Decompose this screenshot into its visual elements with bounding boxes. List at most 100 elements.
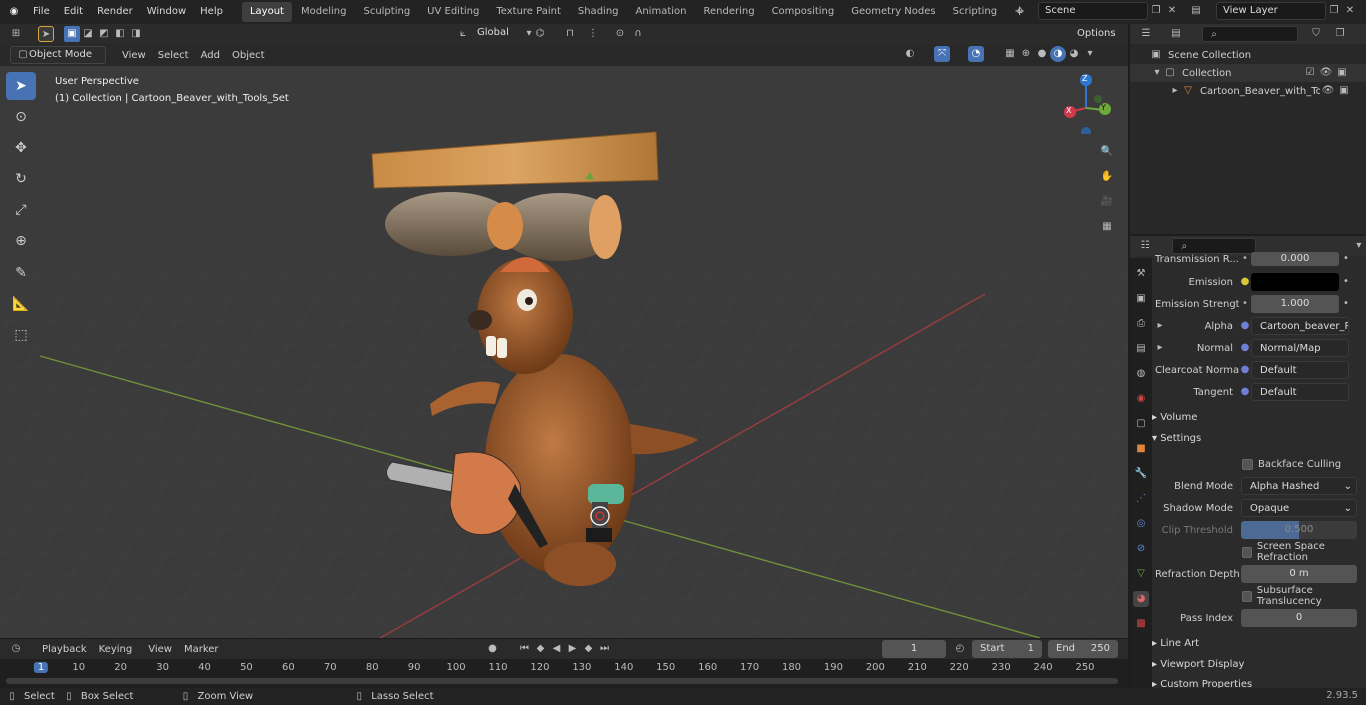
mode-new-icon[interactable]: ▣ [64, 26, 80, 42]
prop-value-field[interactable]: 1.000 [1251, 295, 1339, 313]
material-tab-icon[interactable]: ◕ [1133, 591, 1149, 607]
visibility-icon[interactable]: ◐ [902, 46, 918, 62]
menu-edit[interactable]: Edit [57, 1, 90, 23]
solid-shading-icon[interactable]: ● [1034, 46, 1050, 62]
cursor-tool-icon[interactable]: ⊙ [6, 103, 36, 131]
3d-viewport[interactable] [0, 44, 1128, 638]
scene-tab-icon[interactable]: ◍ [1133, 366, 1149, 382]
keyframe-dot-icon[interactable]: • [1339, 274, 1353, 290]
tab-modeling[interactable]: Modeling [293, 2, 355, 22]
tab-layout[interactable]: Layout [241, 2, 292, 22]
render-tab-icon[interactable]: ▣ [1133, 291, 1149, 307]
menu-timeline-view[interactable]: View [144, 644, 176, 655]
pan-hand-icon[interactable]: ✋ [1099, 169, 1115, 185]
properties-editor-icon[interactable]: ☷ [1138, 238, 1152, 254]
filter-icon[interactable]: ⛉ [1308, 26, 1324, 42]
scene-field[interactable]: Scene [1038, 2, 1148, 20]
jump-start-icon[interactable]: ⏮ [517, 641, 533, 657]
keyframe-dot-icon[interactable]: • [1339, 251, 1353, 267]
select-box-tool-icon[interactable]: ➤ [6, 72, 36, 100]
mode-extend-icon[interactable]: ◪ [80, 26, 96, 42]
falloff-icon[interactable]: ∩ [630, 26, 646, 42]
snap-icon[interactable]: ⊓ [562, 26, 578, 42]
stopwatch-icon[interactable]: ◴ [952, 641, 968, 657]
collection-tab-icon[interactable]: ▢ [1133, 416, 1149, 432]
timeline-editor-icon[interactable]: ◷ [8, 641, 24, 657]
menu-help[interactable]: Help [193, 1, 230, 23]
timeline-scrollbar[interactable] [6, 678, 1118, 684]
delete-view-layer-icon[interactable]: ✕ [1342, 3, 1358, 19]
expand-arrow-icon[interactable]: ▸ [1155, 340, 1165, 356]
record-icon[interactable]: ● [485, 641, 501, 657]
next-keyframe-icon[interactable]: ◆ [581, 641, 597, 657]
shadow-mode-dropdown[interactable]: Opaque ⌄ [1241, 499, 1357, 517]
prop-link-field[interactable]: Cartoon_beaver_Re... [1251, 317, 1349, 335]
view-layer-icon[interactable]: ▤ [1188, 3, 1204, 19]
tab-shading[interactable]: Shading [570, 2, 627, 22]
texture-tab-icon[interactable]: ▩ [1133, 616, 1149, 632]
perspective-grid-icon[interactable]: ▦ [1099, 219, 1115, 235]
prop-link-field[interactable]: Normal/Map [1251, 339, 1349, 357]
eye-icon[interactable]: 👁 [1318, 65, 1334, 81]
clip-threshold-slider[interactable]: 0.500 [1241, 521, 1357, 539]
gizmo-toggle-icon[interactable]: ⤧ [934, 46, 950, 62]
xray-icon[interactable]: ▦ [1002, 46, 1018, 62]
move-tool-icon[interactable]: ✥ [6, 134, 36, 162]
rendered-shading-icon[interactable]: ◕ [1066, 46, 1082, 62]
emission-color-swatch[interactable] [1251, 273, 1339, 291]
exclude-checkbox-icon[interactable]: ☑ [1302, 65, 1318, 81]
output-tab-icon[interactable]: ⎙ [1133, 316, 1149, 332]
outliner-search-input[interactable]: ⌕ [1202, 26, 1298, 42]
rotate-tool-icon[interactable]: ↻ [6, 165, 36, 193]
proportional-edit-icon[interactable]: ⊙ [612, 26, 628, 42]
camera-render-icon[interactable]: ▣ [1334, 65, 1350, 81]
panel-volume[interactable]: ▸ Volume [1152, 408, 1364, 428]
outliner-row-collection[interactable]: ▾ ▢ Collection ☑ 👁 ▣ [1130, 64, 1366, 82]
tab-geometry-nodes[interactable]: Geometry Nodes [843, 2, 943, 22]
transform-tool-icon[interactable]: ⊕ [6, 227, 36, 255]
annotate-tool-icon[interactable]: ✎ [6, 259, 36, 287]
options-button[interactable]: Options [1071, 25, 1123, 43]
new-collection-icon[interactable]: ❐ [1332, 26, 1348, 42]
menu-keying[interactable]: Keying [95, 644, 137, 655]
mode-subtract-icon[interactable]: ◩ [96, 26, 112, 42]
panel-settings[interactable]: ▾ Settings [1152, 429, 1364, 449]
add-cube-tool-icon[interactable]: ⬚ [6, 321, 36, 349]
frame-ruler[interactable]: 1 10 20 30 40 50 60 70 80 90 100 110 120 130 140 150 160… [0, 662, 1128, 676]
blend-mode-dropdown[interactable]: Alpha Hashed ⌄ [1241, 477, 1357, 495]
pivot-icon[interactable]: ⌬ [532, 26, 548, 42]
menu-view[interactable]: View [116, 50, 152, 61]
snap-target-icon[interactable]: ⋮ [585, 26, 601, 42]
expand-arrow-icon[interactable]: ▾ [1152, 65, 1162, 81]
new-scene-icon[interactable]: ❐ [1148, 3, 1164, 19]
measure-tool-icon[interactable]: 📐 [6, 290, 36, 318]
mode-invert-icon[interactable]: ◧ [112, 26, 128, 42]
tab-animation[interactable]: Animation [628, 2, 695, 22]
delete-scene-icon[interactable]: ✕ [1164, 3, 1180, 19]
menu-object[interactable]: Object [226, 50, 271, 61]
constraints-tab-icon[interactable]: ⊘ [1133, 541, 1149, 557]
menu-file[interactable]: File [26, 1, 57, 23]
view-layer-field[interactable]: View Layer [1216, 2, 1326, 20]
camera-view-icon[interactable]: 🎥 [1099, 194, 1115, 210]
outliner-row-object[interactable]: ▸ ▽ Cartoon_Beaver_with_To 👁 ▣ [1130, 82, 1366, 100]
outliner-editor-icon[interactable]: ☰ [1138, 26, 1154, 42]
expand-arrow-icon[interactable]: ▸ [1170, 83, 1180, 99]
tab-uv-editing[interactable]: UV Editing [419, 2, 487, 22]
object-tab-icon[interactable]: ■ [1133, 441, 1149, 457]
keyframe-dot-icon[interactable]: • [1339, 296, 1353, 312]
camera-render-icon[interactable]: ▣ [1336, 83, 1352, 99]
tab-scripting[interactable]: Scripting [945, 2, 1005, 22]
menu-select[interactable]: Select [152, 50, 195, 61]
jump-end-icon[interactable]: ⏭ [597, 641, 613, 657]
sss-checkbox[interactable]: Subsurface Translucency [1242, 585, 1364, 607]
menu-add[interactable]: Add [195, 50, 226, 61]
refraction-depth-field[interactable]: 0 m [1241, 565, 1357, 583]
menu-window[interactable]: Window [140, 1, 193, 23]
select-tool-icon[interactable]: ➤ [38, 26, 54, 42]
panel-line-art[interactable]: ▸ Line Art [1152, 634, 1364, 654]
play-icon[interactable]: ▶ [565, 641, 581, 657]
menu-marker[interactable]: Marker [180, 644, 223, 655]
eye-icon[interactable]: 👁 [1320, 83, 1336, 99]
prop-link-field[interactable]: Default [1251, 361, 1349, 379]
